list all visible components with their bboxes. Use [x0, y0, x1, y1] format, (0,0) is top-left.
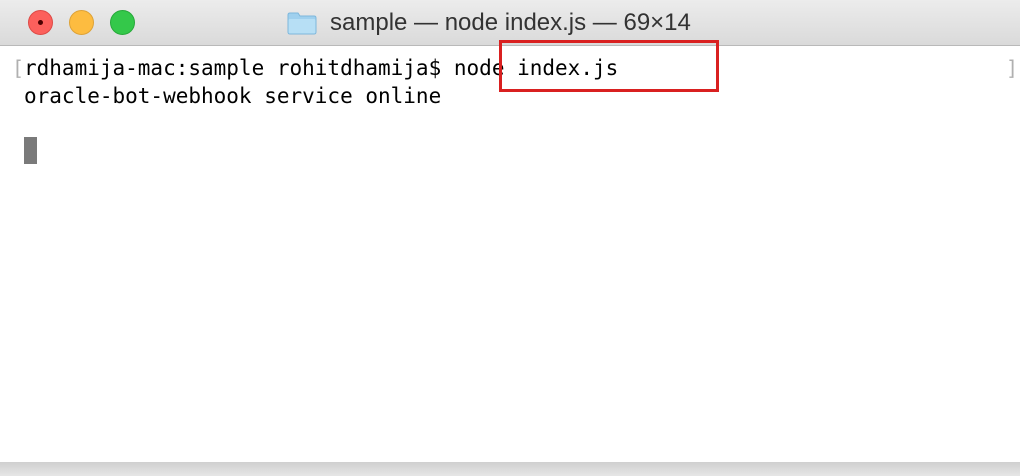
output-line: oracle-bot-webhook service online	[24, 84, 442, 108]
terminal-content[interactable]: [ ] rdhamija-mac:sample rohitdhamija$ no…	[0, 46, 1020, 462]
window-title-group: sample — node index.js — 69×14	[287, 8, 691, 38]
mark-bracket-left: [	[12, 56, 25, 80]
minimize-button[interactable]	[69, 10, 94, 35]
window-bottom-edge	[0, 462, 1020, 476]
terminal-window: sample — node index.js — 69×14 [ ] rdham…	[0, 0, 1020, 476]
maximize-button[interactable]	[110, 10, 135, 35]
close-button[interactable]	[28, 10, 53, 35]
shell-prompt: rdhamija-mac:sample rohitdhamija$	[24, 56, 442, 80]
close-dot-icon	[38, 20, 43, 25]
command-highlight-box	[499, 40, 719, 92]
mark-bracket-right: ]	[1005, 56, 1018, 80]
window-title: sample — node index.js — 69×14	[330, 9, 691, 36]
text-cursor	[24, 137, 37, 164]
folder-icon	[287, 12, 317, 35]
